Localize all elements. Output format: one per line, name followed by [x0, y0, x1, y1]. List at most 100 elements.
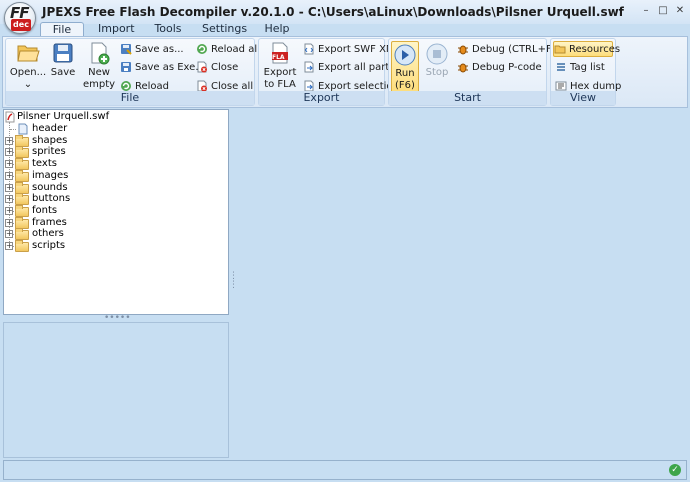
tree-item-label: others: [32, 228, 64, 240]
window-title: JPEXS Free Flash Decompiler v.20.1.0 - C…: [42, 5, 624, 19]
expand-toggle-icon[interactable]: +: [5, 148, 13, 157]
vertical-splitter-handle[interactable]: ⋮ ⋮: [229, 272, 238, 290]
tree-item-label: buttons: [32, 193, 71, 205]
new-document-icon: [91, 42, 110, 65]
save-as-exe-button[interactable]: Save as Exe...: [120, 60, 205, 76]
menu-tabs: File Import Tools Settings Help: [0, 22, 690, 37]
tab-help[interactable]: Help: [264, 22, 290, 37]
export-swf-xml-button[interactable]: Export SWF XML: [303, 42, 400, 58]
export-fla-label-1: Export: [263, 67, 297, 78]
close-label: Close: [211, 62, 239, 73]
new-label-1: New: [88, 67, 110, 78]
fla-file-icon: [272, 42, 288, 64]
maximize-button[interactable]: □: [656, 5, 670, 17]
export-xml-icon: [304, 43, 314, 55]
expand-toggle-icon[interactable]: +: [5, 218, 13, 227]
ribbon-group-start: Run (F6) Stop Debug (CTRL+F5) Debug P-co…: [388, 38, 562, 106]
tree-item-label: scripts: [32, 240, 66, 251]
run-button[interactable]: Run (F6): [391, 41, 419, 93]
tag-list-label: Tag list: [570, 62, 605, 73]
resources-view-button[interactable]: Resources: [553, 41, 620, 57]
export-all-icon: [304, 61, 314, 73]
expand-toggle-icon[interactable]: +: [5, 171, 13, 180]
new-label-2: empty: [82, 79, 116, 90]
play-icon: [394, 44, 416, 66]
file-group-label: File: [6, 91, 254, 105]
tag-list-button[interactable]: Tag list: [555, 60, 605, 76]
open-button[interactable]: Open... ⌄: [8, 41, 48, 91]
expand-toggle-icon[interactable]: +: [5, 160, 13, 169]
swf-file-icon: [5, 111, 15, 123]
tree-root-label: Pilsner Urquell.swf: [17, 111, 110, 122]
open-label: Open...: [9, 67, 47, 78]
export-all-parts-button[interactable]: Export all parts: [303, 60, 395, 76]
tree-item-label: shapes: [32, 134, 68, 146]
tree-item-label: texts: [32, 158, 57, 170]
folder-icon: [554, 45, 566, 54]
reload-all-button[interactable]: Reload all: [196, 42, 260, 58]
tab-tools[interactable]: Tools: [152, 22, 184, 37]
export-to-fla-button[interactable]: Export to FLA: [261, 41, 299, 91]
save-as-button[interactable]: Save as...: [120, 42, 184, 58]
list-icon: [557, 63, 565, 71]
close-window-button[interactable]: ✕: [673, 5, 687, 17]
expand-toggle-icon[interactable]: +: [5, 183, 13, 192]
save-as-label: Save as...: [135, 44, 184, 55]
start-group-label: Start: [389, 91, 546, 105]
export-all-parts-label: Export all parts: [318, 62, 395, 73]
save-button[interactable]: Save: [48, 41, 78, 79]
expand-toggle-icon[interactable]: +: [5, 136, 13, 145]
close-file-button[interactable]: Close: [196, 60, 238, 76]
header-doc-icon: [18, 123, 28, 135]
save-as-icon: [121, 44, 132, 55]
folder-icon: [15, 240, 29, 252]
expand-toggle-icon[interactable]: +: [5, 206, 13, 215]
tab-file[interactable]: File: [40, 22, 84, 37]
stop-label: Stop: [425, 67, 449, 78]
close-document-icon: [197, 61, 207, 73]
stop-icon: [426, 43, 448, 65]
folder-icon: [15, 134, 29, 147]
reload-all-icon: [197, 44, 207, 54]
tab-import[interactable]: Import: [98, 22, 135, 37]
debug-pcode-button[interactable]: Debug P-code: [457, 60, 542, 76]
tree-item-label: header: [32, 123, 68, 134]
main-content-area: [236, 109, 688, 458]
export-group-label: Export: [259, 91, 384, 105]
expand-toggle-icon[interactable]: +: [5, 230, 13, 239]
folder-icon: [15, 146, 29, 159]
app-logo[interactable]: FF dec: [4, 2, 36, 34]
tree-item-label: sounds: [32, 181, 68, 193]
minimize-button[interactable]: –: [639, 5, 653, 17]
folder-icon: [15, 169, 29, 182]
folder-open-icon: [17, 45, 40, 62]
fla-badge-text: FLA: [272, 54, 285, 61]
ribbon: Open... ⌄ Save New empty Save as... Save: [2, 36, 688, 108]
ribbon-group-export: Export to FLA FLA Export SWF XML Export …: [258, 38, 400, 106]
tab-settings[interactable]: Settings: [202, 22, 247, 37]
preview-panel: [3, 322, 229, 458]
status-ok-icon: ✓: [669, 464, 681, 476]
save-as-exe-label: Save as Exe...: [135, 62, 205, 73]
new-empty-button[interactable]: New empty: [82, 41, 116, 91]
folder-icon: [15, 181, 29, 194]
expand-toggle-icon[interactable]: +: [5, 195, 13, 204]
folder-icon: [15, 193, 29, 206]
debug-label: Debug (CTRL+F5): [472, 44, 562, 55]
debug-pcode-label: Debug P-code: [472, 62, 542, 73]
floppy-disk-icon: [53, 43, 73, 63]
debug-button[interactable]: Debug (CTRL+F5): [457, 42, 562, 58]
tree-item-label: fonts: [32, 204, 58, 216]
tree-item-label: images: [32, 169, 69, 181]
logo-dec-text: dec: [11, 19, 31, 31]
run-label-2: (F6): [395, 80, 415, 91]
resource-tree[interactable]: Pilsner Urquell.swf header + shapes + sprite…: [3, 109, 229, 315]
expand-toggle-icon[interactable]: +: [5, 242, 13, 250]
save-exe-icon: [121, 62, 131, 72]
export-fla-label-2: to FLA: [264, 79, 296, 90]
run-label-1: Run: [395, 68, 415, 79]
stop-button[interactable]: Stop: [423, 41, 451, 79]
ribbon-group-view: Resources Tag list Hex dump View: [550, 38, 621, 106]
debug-bug-icon: [458, 45, 468, 55]
view-group-label: View: [551, 91, 615, 105]
